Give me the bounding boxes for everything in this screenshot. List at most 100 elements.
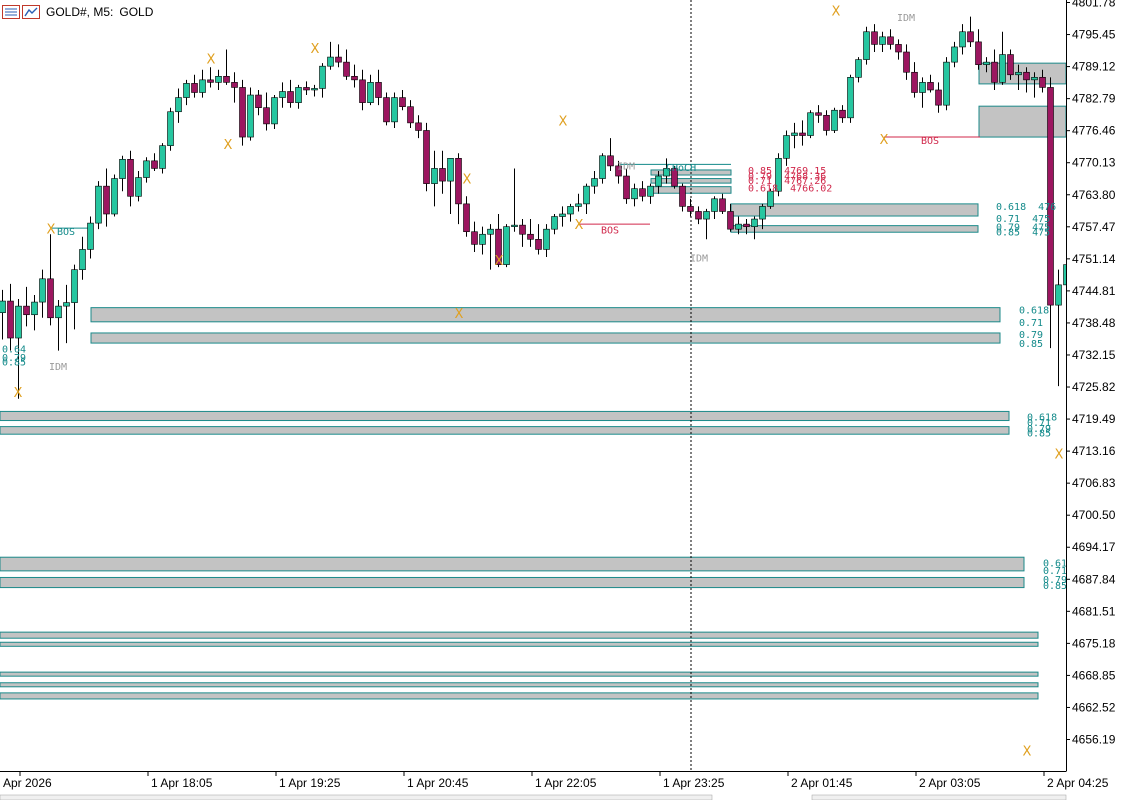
- candle: [1055, 269, 1062, 387]
- candle: [631, 183, 638, 207]
- candle: [271, 95, 278, 129]
- candle-body-bear: [415, 122, 422, 131]
- candle: [831, 107, 838, 134]
- chart-labels: BOS BOSCHoCHBOSIDMIDMIDMIDM0.85 4769.150.…: [2, 13, 1073, 592]
- candle-body-bull: [951, 46, 958, 63]
- candle-body-bull: [983, 61, 990, 65]
- candle: [55, 300, 62, 351]
- candle-body-bull: [503, 226, 510, 265]
- candle: [375, 69, 382, 106]
- candle-body-bear: [1007, 54, 1014, 76]
- candle-body-bull: [295, 87, 302, 103]
- candle: [535, 224, 542, 255]
- candle-body-bear: [103, 185, 110, 215]
- candle-body-bull: [919, 82, 926, 93]
- candle: [367, 74, 374, 106]
- candle: [159, 143, 166, 174]
- swing-x-mark: X: [880, 133, 889, 148]
- candle-body-bull: [487, 228, 494, 235]
- candle-body-bull: [959, 31, 966, 48]
- candle: [407, 100, 414, 128]
- candle-body-bear: [911, 71, 918, 93]
- candle: [871, 24, 878, 53]
- candle-body-bear: [351, 76, 358, 81]
- swing-x-mark: X: [207, 53, 216, 68]
- swing-x-mark: X: [575, 218, 584, 233]
- time-tick-label: Apr 2026: [3, 776, 52, 790]
- candle-body-bull: [543, 228, 550, 250]
- candle-body-bear: [151, 160, 158, 169]
- candle-body-bear: [535, 239, 542, 250]
- candle-body-bear: [903, 51, 910, 73]
- fib-level-label: 0.618 4766.02: [748, 184, 832, 195]
- candle-body-bull: [367, 82, 374, 103]
- candle-body-bear: [463, 203, 470, 233]
- idm-label: IDM: [690, 254, 708, 265]
- candle-body-bear: [455, 158, 462, 205]
- price-tick-label: 4694.17: [1072, 540, 1116, 554]
- candle-body-bull: [791, 132, 798, 136]
- price-tick-label: 4668.85: [1072, 668, 1116, 682]
- candle-body-bull: [999, 54, 1006, 83]
- candle-body-bear: [239, 87, 246, 138]
- candle: [623, 168, 630, 204]
- candle-body-bear: [799, 132, 806, 136]
- candle-body-bull: [511, 224, 518, 227]
- candle: [575, 193, 582, 212]
- candle: [935, 82, 942, 113]
- price-tick-label: 4713.16: [1072, 444, 1116, 458]
- time-axis[interactable]: Apr 2026 1 Apr 18:05 1 Apr 19:25 1 Apr 20:4…: [0, 771, 1109, 800]
- candle: [591, 170, 598, 194]
- candle-body-bull: [551, 216, 558, 230]
- symbol-timeframe: GOLD#, M5:: [46, 5, 114, 19]
- swing-x-mark: X: [1055, 447, 1064, 462]
- candle: [303, 81, 310, 96]
- swing-x-mark: X: [47, 223, 56, 238]
- indicator-list-icon[interactable]: [22, 5, 40, 19]
- candle-body-bear: [695, 211, 702, 220]
- candle-body-bull: [311, 88, 318, 91]
- candle: [791, 122, 798, 149]
- candle: [383, 92, 390, 126]
- swing-x-mark: X: [455, 307, 464, 322]
- time-tick-label: 1 Apr 19:25: [279, 776, 341, 790]
- candle: [439, 150, 446, 194]
- candle: [95, 181, 102, 230]
- price-chart[interactable]: X X X X X X X X X X X X X X BOS BOS CHoCH BOS IDM IDM IDM ID…: [0, 0, 1141, 800]
- candle-body-bear: [927, 82, 934, 91]
- candle-body-bull: [1031, 77, 1038, 81]
- candle-body-bull: [143, 160, 150, 178]
- candle: [263, 92, 270, 131]
- candle-body-bear: [679, 185, 686, 207]
- candle-body-bear: [975, 41, 982, 65]
- candle: [895, 39, 902, 60]
- candle: [599, 153, 606, 184]
- candle: [967, 16, 974, 47]
- structure-label-bos: BOS: [57, 227, 75, 238]
- candle-body-bull: [631, 188, 638, 200]
- candle: [887, 29, 894, 50]
- candle: [711, 196, 718, 220]
- candle: [807, 110, 814, 139]
- candle: [231, 72, 238, 103]
- candle-body-bear: [1047, 87, 1054, 306]
- candle: [647, 183, 654, 204]
- candle: [527, 219, 534, 247]
- candle-body-bear: [47, 278, 54, 319]
- chart-window-icon[interactable]: [2, 5, 20, 19]
- candle-body-bear: [991, 61, 998, 83]
- candle: [327, 41, 334, 70]
- candle: [335, 44, 342, 68]
- candle-body-bull: [95, 185, 102, 224]
- candle: [31, 294, 38, 331]
- candle: [351, 64, 358, 88]
- price-axis[interactable]: 4801.78 4795.45 4789.12 4782.79 4776.46 4770.…: [1066, 0, 1141, 800]
- price-tick-label: 4763.80: [1072, 188, 1116, 202]
- fib-level-label: 0.618: [1019, 306, 1049, 317]
- price-tick-label: 4675.18: [1072, 636, 1116, 650]
- candle-body-bear: [263, 107, 270, 125]
- candle: [695, 206, 702, 225]
- candle-body-bull: [327, 56, 334, 67]
- candle: [359, 69, 366, 111]
- candle-body-bull: [15, 305, 22, 339]
